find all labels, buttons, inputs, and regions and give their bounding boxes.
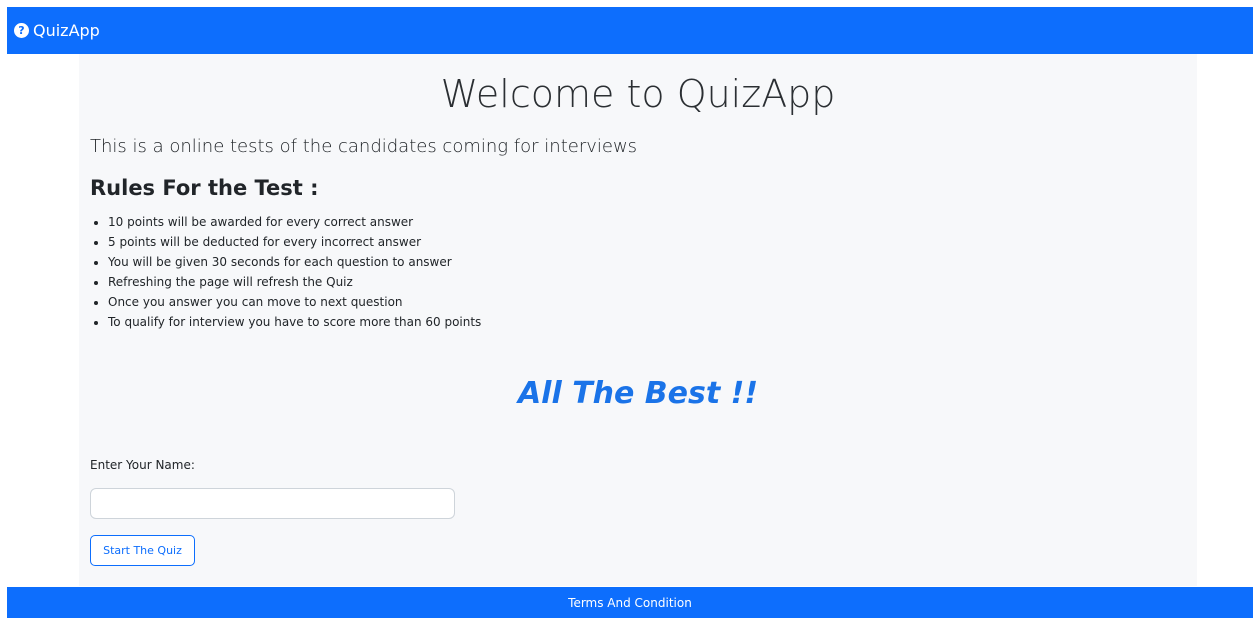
rule-item: To qualify for interview you have to sco… — [108, 312, 481, 332]
start-quiz-button[interactable]: Start The Quiz — [90, 535, 195, 566]
terms-link[interactable]: Terms And Condition — [568, 596, 692, 610]
name-input[interactable] — [90, 488, 455, 519]
brand-label: QuizApp — [33, 21, 100, 40]
footer: Terms And Condition — [7, 587, 1253, 618]
rules-heading: Rules For the Test : — [90, 176, 319, 200]
best-wishes-text: All The Best !! — [517, 376, 759, 411]
welcome-panel: Welcome to QuizApp This is a online test… — [79, 54, 1197, 586]
rules-list: 10 points will be awarded for every corr… — [90, 212, 481, 332]
page-title: Welcome to QuizApp — [440, 72, 836, 116]
rule-item: 5 points will be deducted for every inco… — [108, 232, 481, 252]
rule-item: You will be given 30 seconds for each qu… — [108, 252, 481, 272]
intro-text: This is a online tests of the candidates… — [90, 136, 638, 157]
rule-item: Refreshing the page will refresh the Qui… — [108, 272, 481, 292]
name-label: Enter Your Name: — [90, 458, 195, 472]
rule-item: 10 points will be awarded for every corr… — [108, 212, 481, 232]
navbar-brand[interactable]: ? QuizApp — [14, 21, 100, 40]
rule-item: Once you answer you can move to next que… — [108, 292, 481, 312]
navbar: ? QuizApp — [7, 7, 1253, 54]
question-circle-icon: ? — [14, 23, 29, 38]
